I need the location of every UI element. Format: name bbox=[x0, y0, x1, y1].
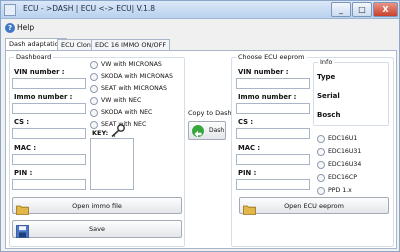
radio-dot bbox=[317, 161, 325, 169]
ecu-vin-label: VIN number : bbox=[238, 68, 289, 76]
radio-seat-micronas[interactable]: SEAT with MICRONAS bbox=[90, 84, 182, 94]
open-ecu-eeprom-label: Open ECU eeprom bbox=[284, 202, 344, 210]
key-label: KEY: bbox=[92, 129, 109, 137]
radio-label: EDC16U34 bbox=[328, 161, 362, 168]
tab-edc16-immo[interactable]: EDC 16 IMMO ON/OFF bbox=[91, 39, 171, 50]
save-button[interactable]: Save bbox=[12, 220, 182, 238]
copy-to-dash-button-label: Dash bbox=[209, 127, 225, 134]
ecu-mac-label: MAC : bbox=[238, 144, 261, 152]
copy-to-dash-button[interactable]: Dash bbox=[188, 121, 226, 140]
radio-skoda-nec[interactable]: SKODA with NEC bbox=[90, 108, 182, 118]
radio-label: EDC16U1 bbox=[328, 135, 358, 142]
back-arrow-icon bbox=[192, 125, 204, 138]
radio-dot bbox=[90, 61, 98, 69]
radio-dot bbox=[317, 174, 325, 182]
radio-ppd1x[interactable]: PPD 1.x bbox=[317, 186, 387, 196]
dash-pin-field[interactable] bbox=[12, 179, 86, 190]
ecu-pin-label: PIN : bbox=[238, 169, 257, 177]
dash-vin-label: VIN number : bbox=[14, 68, 65, 76]
ecu-immo-field[interactable] bbox=[236, 103, 310, 114]
dash-mac-label: MAC : bbox=[14, 144, 37, 152]
radio-dot bbox=[90, 121, 98, 129]
minimize-button[interactable]: _ bbox=[331, 2, 351, 17]
radio-edc16u34[interactable]: EDC16U34 bbox=[317, 160, 387, 170]
help-label: Help bbox=[17, 23, 35, 32]
info-type: Type bbox=[317, 73, 336, 81]
window-title: ECU - >DASH | ECU <-> ECU| V.1.8 bbox=[23, 4, 156, 13]
radio-dot bbox=[90, 109, 98, 117]
dash-immo-label: Immo number : bbox=[14, 93, 73, 101]
radio-vw-micronas[interactable]: VW with MICRONAS bbox=[90, 60, 182, 70]
radio-vw-nec[interactable]: VW with NEC bbox=[90, 96, 182, 106]
info-bosch: Bosch bbox=[317, 111, 341, 119]
radio-label: VW with MICRONAS bbox=[101, 61, 162, 68]
radio-dot bbox=[90, 97, 98, 105]
ecu-mac-field[interactable] bbox=[236, 154, 310, 165]
key-icon bbox=[110, 123, 126, 138]
ecu-vin-field[interactable] bbox=[236, 78, 310, 89]
dashboard-title: Dashboard bbox=[14, 53, 54, 61]
radio-label: SEAT with MICRONAS bbox=[101, 85, 167, 92]
dash-vin-field[interactable] bbox=[12, 78, 86, 89]
ecu-cs-field[interactable] bbox=[236, 128, 310, 139]
ecu-pin-field[interactable] bbox=[236, 179, 310, 190]
title-bar[interactable]: ECU - >DASH | ECU <-> ECU| V.1.8 _ □ X bbox=[1, 1, 399, 19]
help-icon: ? bbox=[5, 23, 15, 33]
close-button[interactable]: X bbox=[373, 2, 398, 17]
dash-cs-field[interactable] bbox=[12, 128, 86, 139]
radio-label: EDC16U31 bbox=[328, 148, 362, 155]
save-label: Save bbox=[89, 225, 105, 233]
radio-edc16u31[interactable]: EDC16U31 bbox=[317, 147, 387, 157]
radio-label: SKODA with NEC bbox=[101, 109, 153, 116]
open-immo-file-label: Open immo file bbox=[72, 202, 122, 210]
radio-label: SKODA with MICRONAS bbox=[101, 73, 173, 80]
open-immo-file-button[interactable]: Open immo file bbox=[12, 197, 182, 215]
radio-label: PPD 1.x bbox=[328, 187, 352, 194]
maximize-button[interactable]: □ bbox=[352, 2, 372, 17]
radio-label: EDC16CP bbox=[328, 174, 357, 181]
radio-edc16cp[interactable]: EDC16CP bbox=[317, 173, 387, 183]
app-window: ECU - >DASH | ECU <-> ECU| V.1.8 _ □ X ?… bbox=[0, 0, 400, 252]
radio-dot bbox=[317, 148, 325, 156]
key-data-box[interactable] bbox=[90, 138, 134, 190]
radio-dot bbox=[90, 85, 98, 93]
radio-label: VW with NEC bbox=[101, 97, 142, 104]
copy-to-dash-label: Copy to Dash bbox=[188, 109, 232, 117]
ecu-cs-label: CS : bbox=[238, 118, 254, 126]
info-title: Info bbox=[318, 58, 335, 66]
radio-dot bbox=[90, 73, 98, 81]
ecu-immo-label: Immo number : bbox=[238, 93, 297, 101]
tab-panel: Dashboard VIN number : Immo number : CS … bbox=[5, 50, 397, 249]
radio-edc16u1[interactable]: EDC16U1 bbox=[317, 134, 387, 144]
radio-skoda-micronas[interactable]: SKODA with MICRONAS bbox=[90, 72, 182, 82]
open-ecu-eeprom-button[interactable]: Open ECU eeprom bbox=[239, 197, 389, 215]
info-serial: Serial bbox=[317, 92, 340, 100]
dash-pin-label: PIN : bbox=[14, 169, 33, 177]
radio-dot bbox=[317, 187, 325, 195]
dash-immo-field[interactable] bbox=[12, 103, 86, 114]
app-icon bbox=[4, 4, 16, 16]
dash-cs-label: CS : bbox=[14, 118, 30, 126]
ecu-group-title: Choose ECU eeprom bbox=[236, 53, 307, 61]
dash-mac-field[interactable] bbox=[12, 154, 86, 165]
radio-dot bbox=[317, 135, 325, 143]
